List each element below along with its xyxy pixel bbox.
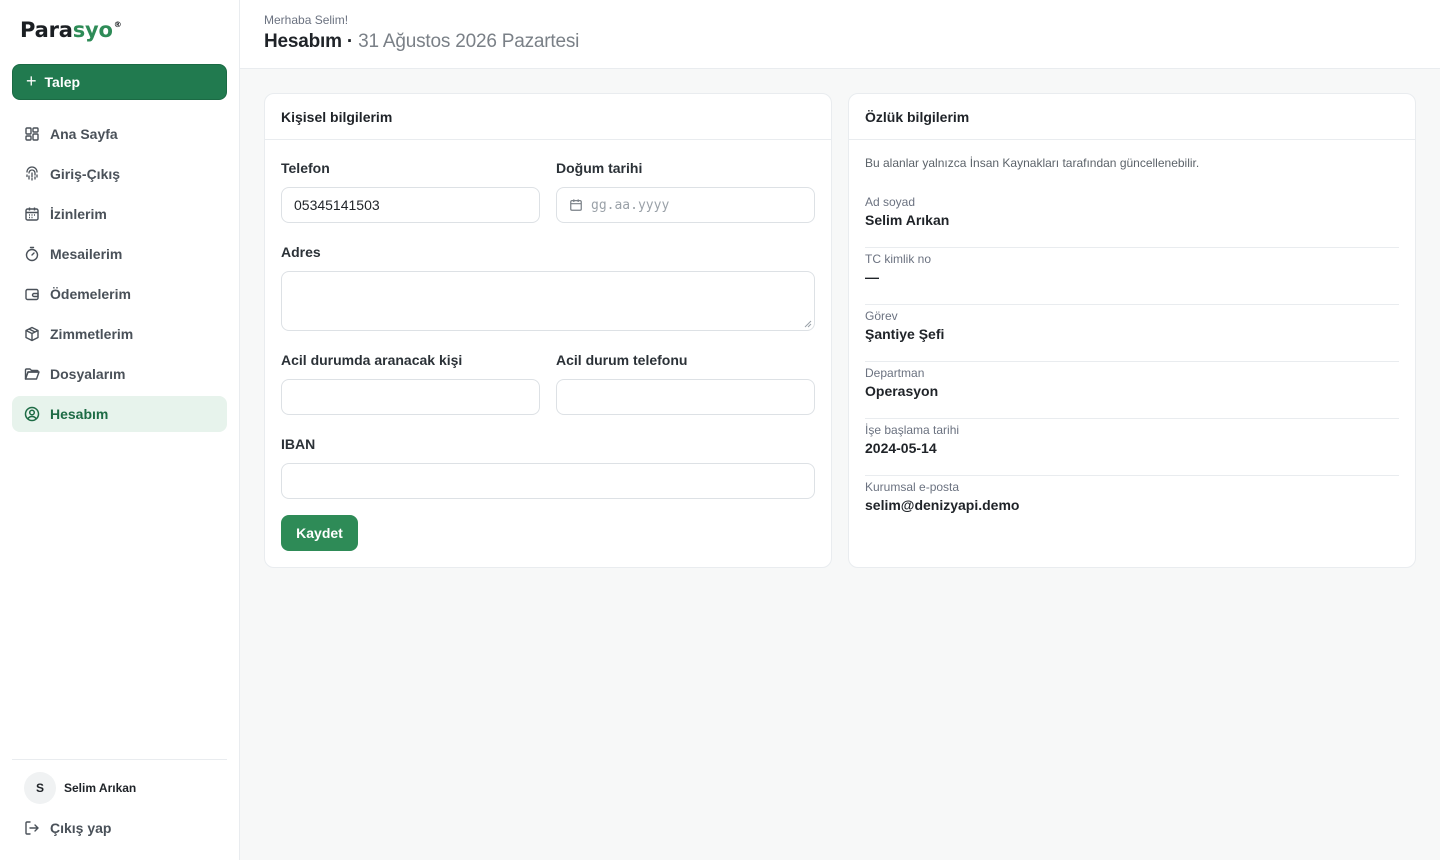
birth-date-field[interactable]: gg.aa.yyyy [556,187,815,223]
sidebar-item-label: Ana Sayfa [50,126,118,142]
sidebar-item-giris-cikis[interactable]: Giriş-Çıkış [12,156,227,192]
sidebar-item-label: Mesailerim [50,246,123,262]
card-title: Kişisel bilgilerim [265,94,831,140]
info-value: Operasyon [865,383,939,399]
info-item-corporate-email: Kurumsal e-posta selim@denizyapi.demo [865,476,1399,533]
birth-date-placeholder: gg.aa.yyyy [591,197,670,213]
sidebar-divider [12,759,227,760]
user-name: Selim Arıkan [64,781,137,795]
wallet-icon [25,288,39,301]
emergency-contact-label: Acil durumda aranacak kişi [281,352,463,368]
timer-icon [25,246,39,262]
phone-label: Telefon [281,160,330,176]
logo-text-accent: syo [72,18,113,42]
emergency-phone-label: Acil durum telefonu [556,352,688,368]
phone-field[interactable]: 05345141503 [281,187,540,223]
emergency-phone-field[interactable] [556,379,815,415]
info-item-full-name: Ad soyad Selim Arıkan [865,191,1399,248]
page-title-text: Hesabım [264,31,342,52]
info-label: Ad soyad [865,195,916,209]
page-header: Merhaba Selim! Hesabım · 31 Ağustos 2026… [240,0,1440,69]
sidebar-item-label: Ödemelerim [50,286,131,302]
avatar: S [24,772,56,804]
emergency-contact-field[interactable] [281,379,540,415]
iban-label: IBAN [281,436,316,452]
sidebar-item-mesailerim[interactable]: Mesailerim [12,236,227,272]
dashboard-icon [25,127,39,141]
calendar-icon [570,199,582,211]
logout-icon [25,821,39,835]
info-value: selim@denizyapi.demo [865,497,1020,513]
info-label: Kurumsal e-posta [865,480,960,494]
info-value: 2024-05-14 [865,440,937,456]
fingerprint-icon [26,166,38,181]
info-item-start-date: İşe başlama tarihi 2024-05-14 [865,419,1399,476]
info-label: Görev [865,309,898,323]
sidebar-item-dosyalarim[interactable]: Dosyalarım [12,356,227,392]
sidebar-nav: Ana Sayfa Giriş-Çıkış İzinlerim Mesailer… [12,116,227,436]
birth-date-label: Doğum tarihi [556,160,643,176]
sidebar-item-label: Zimmetlerim [50,326,134,342]
info-value: — [865,269,879,285]
info-value: Şantiye Şefi [865,326,945,342]
resize-handle-icon[interactable] [804,320,812,328]
sidebar-item-label: Hesabım [50,406,109,422]
sidebar-item-zimmetlerim[interactable]: Zimmetlerim [12,316,227,352]
logo-text-main: Para [20,18,73,42]
info-label: İşe başlama tarihi [865,423,960,437]
info-item-department: Departman Operasyon [865,362,1399,419]
sidebar-item-ana-sayfa[interactable]: Ana Sayfa [12,116,227,152]
sidebar-item-odemelerim[interactable]: Ödemelerim [12,276,227,312]
new-request-button[interactable]: + Talep [12,64,227,100]
sidebar-item-label: İzinlerim [50,206,107,222]
page-date: 31 Ağustos 2026 Pazartesi [358,31,580,52]
user-profile[interactable]: S Selim Arıkan [24,772,136,804]
user-circle-icon [24,406,40,422]
hr-note: Bu alanlar yalnızca İnsan Kaynakları tar… [865,156,1200,170]
address-label: Adres [281,244,321,260]
employment-info-card: Özlük bilgilerim Bu alanlar yalnızca İns… [848,93,1416,568]
title-separator: · [346,31,354,52]
info-item-national-id: TC kimlik no — [865,248,1399,305]
folder-icon [24,368,40,380]
app-logo[interactable]: Parasyo® [20,18,122,42]
greeting: Merhaba Selim! [264,13,349,27]
sidebar-item-label: Giriş-Çıkış [50,166,121,182]
iban-field[interactable] [281,463,815,499]
page-title: Hesabım · 31 Ağustos 2026 Pazartesi [264,31,579,53]
save-button[interactable]: Kaydet [281,515,358,551]
sidebar: Parasyo® + Talep Ana Sayfa Giriş-Çıkış İ… [0,0,240,860]
logout-label: Çıkış yap [50,820,112,836]
info-label: TC kimlik no [865,252,932,266]
sidebar-item-hesabim[interactable]: Hesabım [12,396,227,432]
logo-registered-mark: ® [113,20,122,29]
logout-button[interactable]: Çıkış yap [24,820,111,836]
info-item-position: Görev Şantiye Şefi [865,305,1399,362]
package-icon [25,326,39,342]
new-request-label: Talep [44,74,81,90]
card-title: Özlük bilgilerim [849,94,1415,140]
info-value: Selim Arıkan [865,212,950,228]
info-label: Departman [865,366,925,380]
address-field[interactable] [281,271,815,331]
plus-icon: + [26,71,37,91]
personal-info-card: Kişisel bilgilerim Telefon 05345141503 D… [264,93,832,568]
calendar-icon [25,207,39,221]
sidebar-item-label: Dosyalarım [50,366,126,382]
sidebar-item-izinlerim[interactable]: İzinlerim [12,196,227,232]
employment-info-list: Ad soyad Selim Arıkan TC kimlik no — Gör… [865,191,1399,533]
